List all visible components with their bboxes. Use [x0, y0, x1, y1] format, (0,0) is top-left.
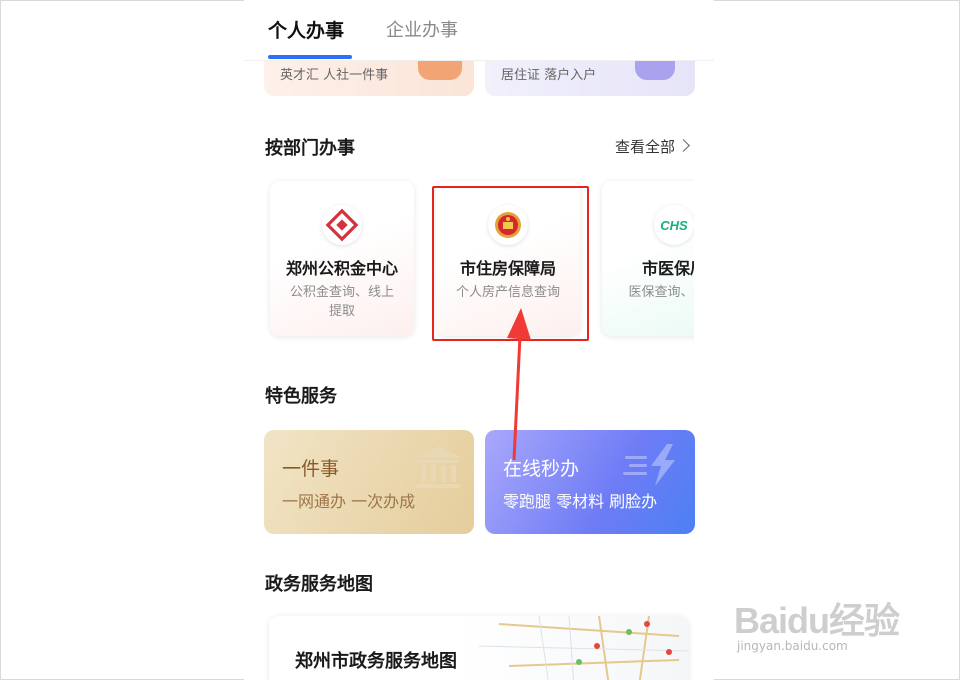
annotation-arrow-icon — [507, 308, 531, 461]
tab-enterprise[interactable]: 企业办事 — [386, 16, 458, 42]
tab-bar: 个人办事 企业办事 — [244, 0, 714, 61]
watermark-url: jingyan.baidu.com — [737, 639, 848, 653]
active-tab-indicator — [268, 55, 352, 59]
tab-personal[interactable]: 个人办事 — [268, 16, 344, 43]
watermark-brand: Baidu经验 — [734, 600, 900, 641]
baidu-watermark: Baidu经验 jingyan.baidu.com — [734, 590, 934, 660]
